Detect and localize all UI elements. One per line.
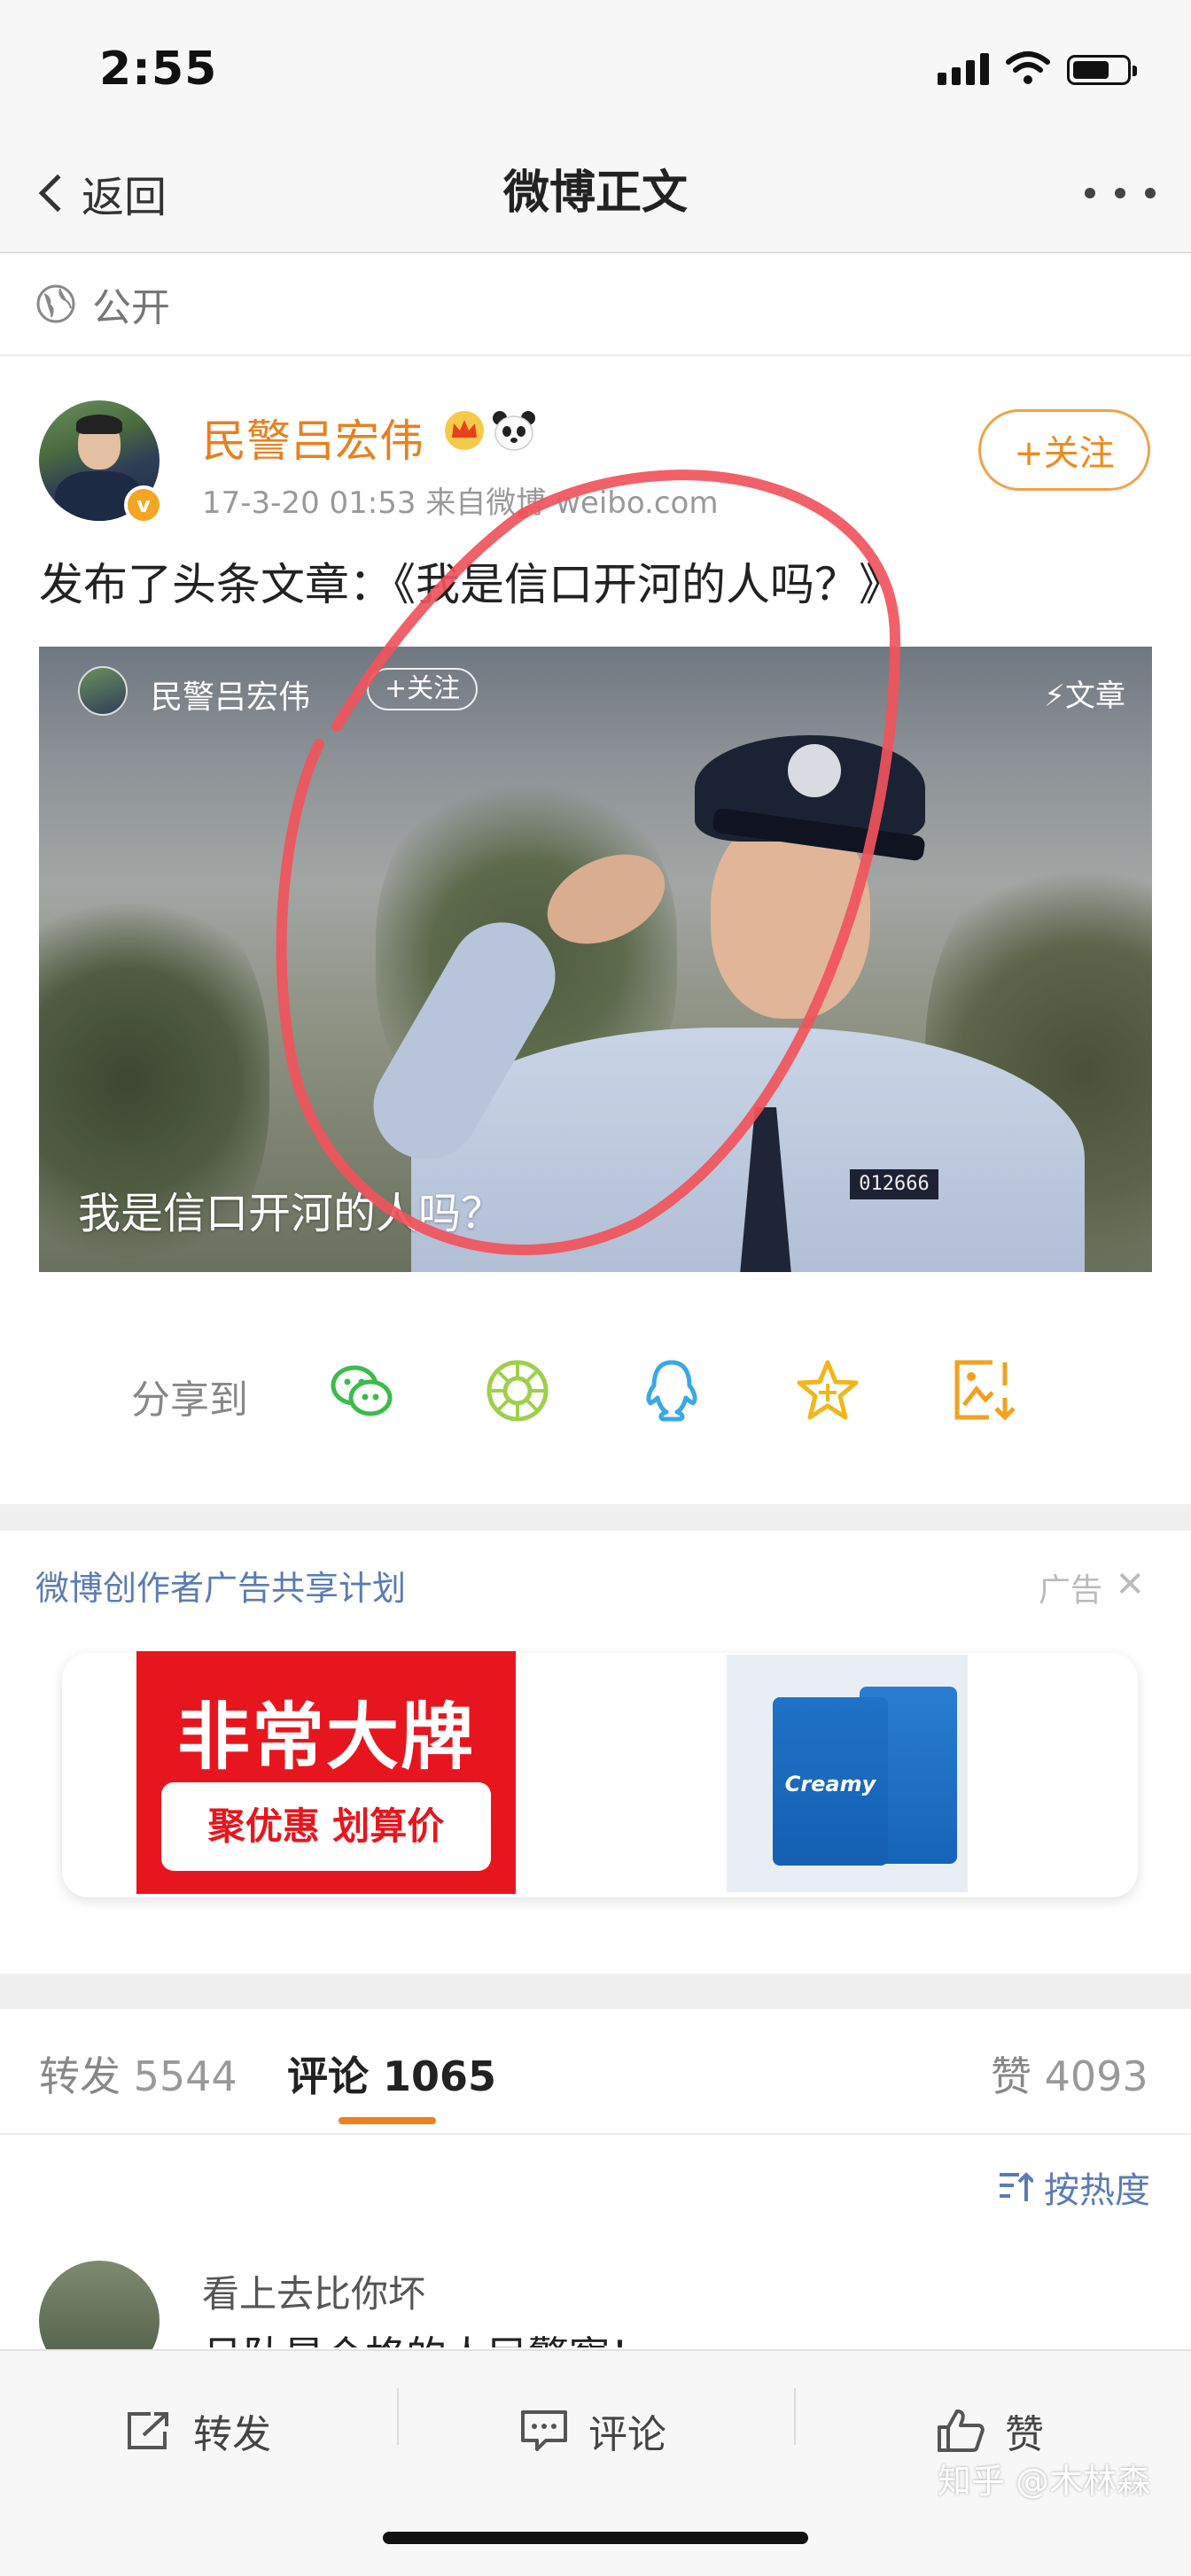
wifi-icon [1006,51,1050,84]
active-tab-indicator [339,2117,436,2124]
comment-text: 吕队是合格的人民警察！ [202,2324,650,2347]
tab-label: 转发 [39,2052,121,2100]
card-avatar [78,666,128,716]
save-image-icon[interactable] [950,1355,1021,1426]
card-author: 民警吕宏伟 [151,679,311,716]
favorite-icon[interactable] [792,1355,863,1426]
tab-label: 评论 [287,2052,369,2100]
post-meta: 17-3-20 01:53 来自微博 weibo.com [202,485,719,521]
section-divider [0,1974,1191,2009]
comment-icon [521,2410,567,2451]
watermark: 知乎 @木林森 [938,2462,1151,2501]
section-divider [0,1504,1191,1531]
comment-button[interactable]: 评论 [519,2402,666,2459]
badge-number: 012666 [850,1169,938,1199]
visibility-label: 公开 [92,285,170,330]
repost-button[interactable]: 转发 [124,2402,271,2459]
verified-badge-icon: v [124,485,163,524]
follow-button[interactable]: +关注 [978,409,1150,491]
share-label: 分享到 [131,1377,248,1423]
ad-program-title[interactable]: 微博创作者广告共享计划 [35,1561,406,1610]
sort-icon [1000,2172,1033,2201]
toolbar-divider [794,2388,796,2445]
close-icon[interactable]: ✕ [1115,1564,1145,1605]
home-indicator[interactable] [383,2532,808,2544]
tab-count: 5544 [133,2052,237,2100]
comment-label: 评论 [588,2412,666,2457]
tab-comments[interactable]: 评论 1065 [287,2045,496,2103]
toolbar-divider [397,2388,399,2445]
card-follow-button[interactable]: +关注 [367,668,479,710]
signal-icon [938,53,989,85]
ad-product-label: Creamy [784,1772,876,1796]
sort-label: 按热度 [1044,2170,1150,2211]
like-label: 赞 [1005,2412,1044,2457]
follow-label: +关注 [1014,433,1115,474]
ad-brand: 非常大牌 [176,1695,475,1780]
wechat-icon[interactable] [326,1355,397,1426]
article-card[interactable]: 012666 民警吕宏伟 +关注 ⚡文章 我是信口开河的人吗？ [39,647,1152,1272]
thumbs-up-icon [938,2409,985,2452]
ad-slogan: 聚优惠 划算价 [161,1782,491,1871]
author-name[interactable]: 民警吕宏伟 [202,406,424,469]
post-text: 发布了头条文章：《我是信口开河的人吗？》 [39,559,903,610]
ad-tag: 广告 [1038,1572,1102,1609]
tab-label: 赞 [991,2052,1031,2100]
sort-button[interactable]: 按热度 [998,2161,1150,2213]
status-bar: 2:55 [0,0,1191,133]
tab-count: 1065 [383,2052,497,2100]
status-time: 2:55 [99,43,218,96]
tab-likes[interactable]: 赞 4093 [991,2045,1148,2103]
globe-icon [36,284,75,323]
panda-icon [493,411,535,451]
page-title: 微博正文 [502,167,688,220]
article-title: 我是信口开河的人吗？ [78,1189,504,1238]
comment-author[interactable]: 看上去比你坏 [202,2264,425,2318]
qq-icon[interactable] [636,1355,707,1426]
crown-icon [445,411,484,450]
battery-icon [1067,55,1137,85]
visibility-row: 公开 [0,253,1191,356]
tab-reposts[interactable]: 转发 5544 [39,2045,237,2103]
moments-icon[interactable] [482,1355,553,1426]
more-options-icon[interactable] [1085,182,1156,204]
ad-banner[interactable]: 非常大牌 聚优惠 划算价 [136,1651,516,1894]
nav-bar: 返回 微博正文 [0,133,1191,253]
article-type-label: ⚡文章 [1044,679,1125,714]
tab-count: 4093 [1044,2052,1148,2100]
ad-product-image[interactable]: Creamy [727,1655,968,1892]
repost-label: 转发 [193,2412,271,2457]
share-out-icon [128,2412,168,2449]
like-button[interactable]: 赞 [936,2402,1044,2459]
tabs-divider [0,2133,1191,2135]
